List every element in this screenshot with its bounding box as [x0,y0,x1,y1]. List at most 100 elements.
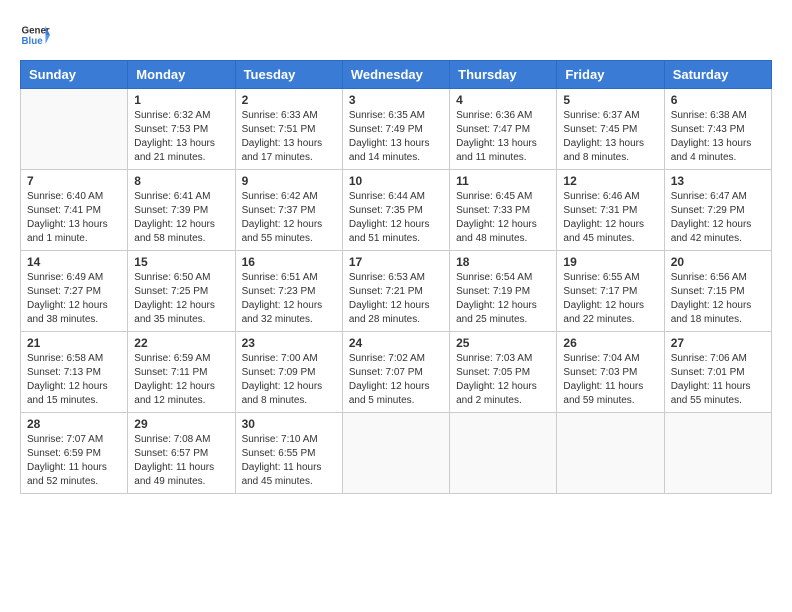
calendar-day-cell [664,413,771,494]
day-info: Sunrise: 6:36 AM Sunset: 7:47 PM Dayligh… [456,109,550,165]
calendar-day-cell: 18 Sunrise: 6:54 AM Sunset: 7:19 PM Dayli… [450,251,557,332]
calendar-day-cell: 7 Sunrise: 6:40 AM Sunset: 7:41 PM Daylig… [21,170,128,251]
day-info: Sunrise: 7:04 AM Sunset: 7:03 PM Dayligh… [563,352,657,408]
logo: General Blue [20,20,50,50]
day-info: Sunrise: 6:46 AM Sunset: 7:31 PM Dayligh… [563,190,657,246]
calendar-day-cell: 14 Sunrise: 6:49 AM Sunset: 7:27 PM Dayli… [21,251,128,332]
day-info: Sunrise: 7:03 AM Sunset: 7:05 PM Dayligh… [456,352,550,408]
day-number: 21 [27,336,121,350]
calendar-week-row: 14 Sunrise: 6:49 AM Sunset: 7:27 PM Dayli… [21,251,772,332]
calendar-day-cell: 4 Sunrise: 6:36 AM Sunset: 7:47 PM Daylig… [450,89,557,170]
calendar-day-cell: 15 Sunrise: 6:50 AM Sunset: 7:25 PM Dayli… [128,251,235,332]
day-number: 7 [27,174,121,188]
day-number: 19 [563,255,657,269]
calendar-day-cell: 2Sunrise: 6:33 AM Sunset: 7:51 PM Daylig… [235,89,342,170]
calendar-day-cell: 22Sunrise: 6:59 AM Sunset: 7:11 PM Dayli… [128,332,235,413]
weekday-header-cell: Wednesday [342,61,449,89]
weekday-header-cell: Sunday [21,61,128,89]
day-info: Sunrise: 6:42 AM Sunset: 7:37 PM Dayligh… [242,190,336,246]
day-info: Sunrise: 6:44 AM Sunset: 7:35 PM Dayligh… [349,190,443,246]
calendar-day-cell: 25 Sunrise: 7:03 AM Sunset: 7:05 PM Dayli… [450,332,557,413]
day-info: Sunrise: 6:59 AM Sunset: 7:11 PM Dayligh… [134,352,228,408]
calendar-week-row: 21 Sunrise: 6:58 AM Sunset: 7:13 PM Dayli… [21,332,772,413]
calendar-day-cell: 23Sunrise: 7:00 AM Sunset: 7:09 PM Dayli… [235,332,342,413]
day-number: 20 [671,255,765,269]
day-number: 9 [242,174,336,188]
day-number: 12 [563,174,657,188]
day-info: Sunrise: 6:47 AM Sunset: 7:29 PM Dayligh… [671,190,765,246]
day-info: Sunrise: 6:35 AM Sunset: 7:49 PM Dayligh… [349,109,443,165]
calendar-day-cell: 24Sunrise: 7:02 AM Sunset: 7:07 PM Dayli… [342,332,449,413]
calendar-day-cell: 6 Sunrise: 6:38 AM Sunset: 7:43 PM Daylig… [664,89,771,170]
calendar-day-cell: 16Sunrise: 6:51 AM Sunset: 7:23 PM Dayli… [235,251,342,332]
day-number: 3 [349,93,443,107]
calendar-day-cell: 10 Sunrise: 6:44 AM Sunset: 7:35 PM Dayli… [342,170,449,251]
day-number: 5 [563,93,657,107]
day-info: Sunrise: 6:45 AM Sunset: 7:33 PM Dayligh… [456,190,550,246]
calendar-day-cell: 8Sunrise: 6:41 AM Sunset: 7:39 PM Daylig… [128,170,235,251]
calendar-day-cell: 5 Sunrise: 6:37 AM Sunset: 7:45 PM Daylig… [557,89,664,170]
day-number: 4 [456,93,550,107]
calendar-day-cell: 11 Sunrise: 6:45 AM Sunset: 7:33 PM Dayli… [450,170,557,251]
day-info: Sunrise: 7:07 AM Sunset: 6:59 PM Dayligh… [27,433,121,489]
day-info: Sunrise: 7:08 AM Sunset: 6:57 PM Dayligh… [134,433,228,489]
day-info: Sunrise: 6:40 AM Sunset: 7:41 PM Dayligh… [27,190,121,246]
calendar-day-cell: 26 Sunrise: 7:04 AM Sunset: 7:03 PM Dayli… [557,332,664,413]
calendar-day-cell: 12 Sunrise: 6:46 AM Sunset: 7:31 PM Dayli… [557,170,664,251]
day-number: 18 [456,255,550,269]
day-number: 29 [134,417,228,431]
calendar-day-cell [450,413,557,494]
day-number: 17 [349,255,443,269]
calendar-day-cell: 27Sunrise: 7:06 AM Sunset: 7:01 PM Dayli… [664,332,771,413]
day-info: Sunrise: 6:38 AM Sunset: 7:43 PM Dayligh… [671,109,765,165]
calendar-day-cell: 13 Sunrise: 6:47 AM Sunset: 7:29 PM Dayli… [664,170,771,251]
calendar-week-row: 7 Sunrise: 6:40 AM Sunset: 7:41 PM Daylig… [21,170,772,251]
day-number: 15 [134,255,228,269]
day-info: Sunrise: 6:54 AM Sunset: 7:19 PM Dayligh… [456,271,550,327]
weekday-header-cell: Monday [128,61,235,89]
day-number: 28 [27,417,121,431]
day-number: 13 [671,174,765,188]
day-number: 26 [563,336,657,350]
calendar-day-cell [342,413,449,494]
day-info: Sunrise: 6:50 AM Sunset: 7:25 PM Dayligh… [134,271,228,327]
day-number: 24 [349,336,443,350]
day-info: Sunrise: 6:55 AM Sunset: 7:17 PM Dayligh… [563,271,657,327]
day-info: Sunrise: 6:37 AM Sunset: 7:45 PM Dayligh… [563,109,657,165]
day-number: 27 [671,336,765,350]
calendar-day-cell: 9 Sunrise: 6:42 AM Sunset: 7:37 PM Daylig… [235,170,342,251]
day-number: 8 [134,174,228,188]
day-info: Sunrise: 6:53 AM Sunset: 7:21 PM Dayligh… [349,271,443,327]
day-number: 1 [134,93,228,107]
calendar-day-cell [557,413,664,494]
weekday-header-row: SundayMondayTuesdayWednesdayThursdayFrid… [21,61,772,89]
day-info: Sunrise: 7:10 AM Sunset: 6:55 PM Dayligh… [242,433,336,489]
calendar-table: SundayMondayTuesdayWednesdayThursdayFrid… [20,60,772,494]
calendar-week-row: 28 Sunrise: 7:07 AM Sunset: 6:59 PM Dayli… [21,413,772,494]
logo-icon: General Blue [20,20,50,50]
day-number: 6 [671,93,765,107]
day-number: 10 [349,174,443,188]
calendar-day-cell: 19 Sunrise: 6:55 AM Sunset: 7:17 PM Dayli… [557,251,664,332]
weekday-header-cell: Saturday [664,61,771,89]
weekday-header-cell: Friday [557,61,664,89]
day-info: Sunrise: 6:56 AM Sunset: 7:15 PM Dayligh… [671,271,765,327]
day-info: Sunrise: 6:49 AM Sunset: 7:27 PM Dayligh… [27,271,121,327]
day-number: 14 [27,255,121,269]
day-info: Sunrise: 6:58 AM Sunset: 7:13 PM Dayligh… [27,352,121,408]
day-number: 16 [242,255,336,269]
weekday-header-cell: Tuesday [235,61,342,89]
day-info: Sunrise: 6:33 AM Sunset: 7:51 PM Dayligh… [242,109,336,165]
calendar-day-cell: 21 Sunrise: 6:58 AM Sunset: 7:13 PM Dayli… [21,332,128,413]
calendar-day-cell: 3 Sunrise: 6:35 AM Sunset: 7:49 PM Daylig… [342,89,449,170]
page-header: General Blue [20,20,772,50]
calendar-day-cell: 17 Sunrise: 6:53 AM Sunset: 7:21 PM Dayli… [342,251,449,332]
day-info: Sunrise: 6:32 AM Sunset: 7:53 PM Dayligh… [134,109,228,165]
calendar-day-cell: 28 Sunrise: 7:07 AM Sunset: 6:59 PM Dayli… [21,413,128,494]
day-number: 25 [456,336,550,350]
day-number: 11 [456,174,550,188]
calendar-week-row: 1 Sunrise: 6:32 AM Sunset: 7:53 PM Daylig… [21,89,772,170]
calendar-day-cell: 30Sunrise: 7:10 AM Sunset: 6:55 PM Dayli… [235,413,342,494]
calendar-day-cell [21,89,128,170]
day-info: Sunrise: 7:00 AM Sunset: 7:09 PM Dayligh… [242,352,336,408]
